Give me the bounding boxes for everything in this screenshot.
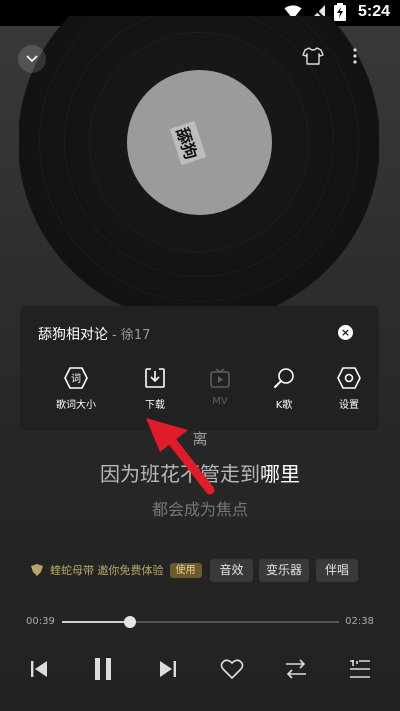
favorite-button[interactable] [217, 654, 247, 684]
promo-use-button[interactable]: 使用 [169, 562, 202, 578]
panel-title: 舔狗相对论 - 徐17 [38, 324, 150, 344]
instrument-button[interactable]: 变乐器 [259, 559, 309, 582]
panel-actions: 词 歌词大小 下载 MV K歌 设置 [20, 366, 379, 416]
next-icon [160, 661, 176, 677]
play-mode-button[interactable] [281, 654, 311, 684]
progress-bar[interactable] [62, 616, 339, 628]
progress-thumb[interactable] [124, 616, 137, 628]
lyric-previous: 离 [192, 430, 208, 448]
next-button[interactable] [153, 654, 183, 684]
playlist-icon [350, 660, 370, 678]
download-label: 下载 [145, 400, 165, 411]
song-title: 舔狗相对论 [38, 327, 108, 343]
tshirt-icon [302, 47, 324, 65]
previous-button[interactable] [24, 654, 54, 684]
lyric-current-highlight: 哪里 [260, 462, 300, 486]
more-button[interactable] [352, 46, 366, 70]
svg-text:词: 词 [71, 373, 81, 385]
more-vertical-icon [353, 48, 357, 64]
lyric-next: 都会成为焦点 [151, 500, 248, 519]
skin-button[interactable] [302, 46, 326, 70]
sound-effect-button[interactable]: 音效 [210, 559, 253, 582]
heart-icon [220, 659, 244, 679]
lyric-current-text: 因为班花不管走到 [100, 462, 260, 486]
download-button[interactable]: 下载 [125, 366, 185, 416]
settings-icon [337, 367, 361, 389]
pause-button[interactable] [88, 654, 118, 684]
promo-text: 蝰蛇母带 邀你免费体验 [50, 564, 164, 577]
accompany-button[interactable]: 伴唱 [316, 559, 358, 582]
collapse-button[interactable] [18, 45, 46, 73]
playlist-button[interactable] [345, 654, 375, 684]
settings-label: 设置 [339, 400, 359, 411]
song-options-panel: 舔狗相对论 - 徐17 × 词 歌词大小 下载 MV K歌 设置 [20, 306, 379, 431]
lyric-size-label: 歌词大小 [56, 400, 96, 411]
tv-icon [210, 368, 230, 388]
progress-fill [62, 621, 131, 623]
player-screen: 5:24 舔狗 离 舔狗相对论 - 徐17 × 词 歌词大小 下载 MV K歌 … [0, 0, 400, 711]
lyric-size-icon: 词 [64, 367, 88, 389]
karaoke-button[interactable]: K歌 [254, 366, 314, 416]
download-icon [145, 368, 165, 388]
mv-label: MV [212, 396, 228, 407]
current-time: 00:39 [26, 616, 55, 627]
viper-badge-icon [31, 564, 43, 576]
total-time: 02:38 [345, 616, 374, 627]
chevron-down-icon [26, 55, 38, 63]
lyric-size-button[interactable]: 词 歌词大小 [46, 366, 106, 416]
mv-button[interactable]: MV [190, 366, 250, 416]
previous-icon [31, 661, 47, 677]
song-artist: - 徐17 [112, 328, 151, 343]
close-panel-button[interactable]: × [338, 325, 353, 340]
promo-row[interactable]: 蝰蛇母带 邀你免费体验 使用 [30, 562, 202, 578]
settings-button[interactable]: 设置 [319, 366, 379, 416]
pause-icon [95, 658, 111, 680]
repeat-icon [286, 659, 306, 679]
karaoke-label: K歌 [275, 400, 293, 411]
lyric-current: 因为班花不管走到哪里 [0, 458, 400, 487]
microphone-icon [274, 368, 294, 388]
